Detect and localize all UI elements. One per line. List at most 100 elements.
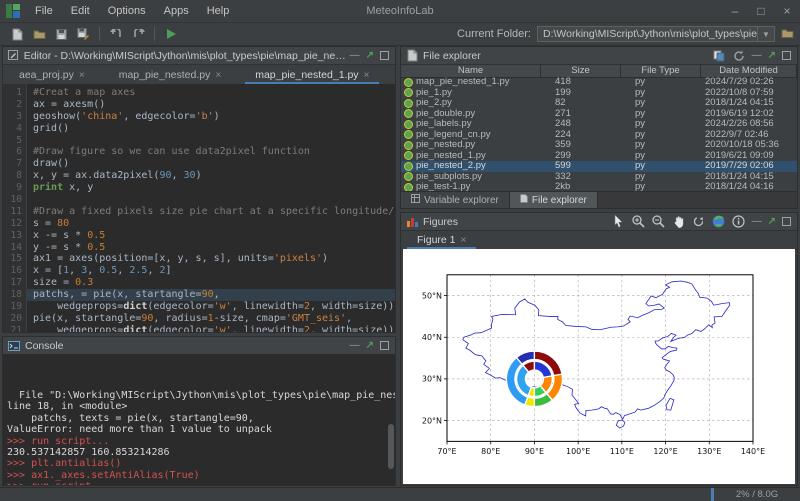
panel-float-icon[interactable]: ↗ <box>366 340 374 351</box>
page-icon <box>520 194 528 206</box>
new-file-button[interactable] <box>6 25 28 43</box>
menu-options[interactable]: Options <box>99 5 155 17</box>
file-table: map_pie_nested_1.py418py2024/7/29 02:26p… <box>401 77 797 192</box>
column-header-file-type[interactable]: File Type <box>621 65 701 77</box>
editor-body[interactable]: 123456789101112131415161718192021 #Creat… <box>3 84 395 332</box>
zoom-out-icon[interactable] <box>652 215 666 229</box>
panel-float-icon[interactable]: ↗ <box>366 50 374 61</box>
editor-tab-aea_proj.py[interactable]: aea_proj.py× <box>9 67 95 84</box>
line-number: 13 <box>3 230 22 242</box>
table-row-pie_nested_1.py[interactable]: pie_nested_1.py299py2019/6/21 09:09 <box>401 151 797 162</box>
minimize-button[interactable]: – <box>722 0 748 22</box>
memory-usage: 2% / 8.0G <box>714 489 800 500</box>
menu-file[interactable]: File <box>26 5 62 17</box>
menu-apps[interactable]: Apps <box>155 5 198 17</box>
browse-folder-button[interactable] <box>780 26 794 42</box>
tab-figure-1[interactable]: Figure 1 × <box>407 232 476 249</box>
tab-file-explorer[interactable]: File explorer <box>510 192 598 208</box>
console-output[interactable]: File "D:\Working\MIScript\Jython\mis\plo… <box>3 354 395 485</box>
menu-edit[interactable]: Edit <box>62 5 99 17</box>
panel-maximize-icon[interactable] <box>380 51 389 60</box>
panel-float-icon[interactable]: ↗ <box>768 50 776 61</box>
main-toolbar: Current Folder: D:\Working\MIScript\Jyth… <box>0 23 800 46</box>
editor-tab-map_pie_nested_1.py[interactable]: map_pie_nested_1.py × <box>245 67 379 84</box>
table-row-pie_subplots.py[interactable]: pie_subplots.py332py2018/1/24 04:15 <box>401 172 797 183</box>
panel-float-icon[interactable]: ↗ <box>768 216 776 227</box>
panel-maximize-icon[interactable] <box>782 217 791 226</box>
figure-canvas[interactable]: 70°E80°E90°E100°E110°E120°E130°E140°E20°… <box>403 249 795 484</box>
column-header-date-modified[interactable]: Date Modified <box>701 65 797 77</box>
panel-minimize-icon[interactable]: — <box>350 50 360 61</box>
select-cursor-icon[interactable] <box>612 215 626 229</box>
tab-variable-explorer[interactable]: Variable explorer <box>401 192 510 208</box>
current-folder-combobox[interactable]: D:\Working\MIScript\Jython\mis\plot_type… <box>537 26 775 42</box>
save-as-icon <box>76 27 90 41</box>
close-tab-icon[interactable]: × <box>364 70 370 81</box>
tab-label: map_pie_nested_1.py <box>255 69 358 81</box>
panel-minimize-icon[interactable]: — <box>350 340 360 351</box>
table-row-pie_legend_cn.py[interactable]: pie_legend_cn.py224py2022/9/7 02:46 <box>401 130 797 141</box>
column-header-name[interactable]: Name <box>401 65 541 77</box>
table-row-pie_double.py[interactable]: pie_double.py271py2019/6/19 12:02 <box>401 109 797 120</box>
line-number: 3 <box>3 111 22 123</box>
py-file-icon <box>404 130 413 139</box>
close-button[interactable]: × <box>774 0 800 22</box>
pan-hand-icon[interactable] <box>672 215 686 229</box>
line-number: 18 <box>3 289 22 301</box>
table-row-pie_nested.py[interactable]: pie_nested.py359py2020/10/18 05:36 <box>401 140 797 151</box>
zoom-in-icon[interactable] <box>632 215 646 229</box>
open-folder-icon <box>32 27 46 41</box>
maximize-button[interactable]: □ <box>748 0 774 22</box>
panel-minimize-icon[interactable]: — <box>752 50 762 61</box>
table-row-pie_nested_2.py[interactable]: pie_nested_2.py599py2019/7/29 02:06 <box>401 161 797 172</box>
close-tab-icon[interactable]: × <box>79 70 85 81</box>
copy-path-icon[interactable] <box>712 49 726 63</box>
open-folder-button[interactable] <box>28 25 50 43</box>
line-number: 19 <box>3 301 22 313</box>
svg-text:140°E: 140°E <box>741 447 765 456</box>
save-button[interactable] <box>50 25 72 43</box>
redo-icon <box>131 27 145 41</box>
rotate-icon[interactable] <box>692 215 706 229</box>
close-tab-icon[interactable]: × <box>461 235 467 246</box>
py-file-icon <box>404 88 413 97</box>
console-title: Console <box>25 340 64 352</box>
svg-text:40°N: 40°N <box>422 333 442 342</box>
table-row-pie_labels.py[interactable]: pie_labels.py248py2024/2/26 08:56 <box>401 119 797 130</box>
run-icon <box>164 27 178 41</box>
redo-button[interactable] <box>127 25 149 43</box>
chevron-down-icon[interactable]: ▼ <box>757 27 774 41</box>
console-line: >>> ax1._axes.setAntiAlias(True) <box>7 470 395 481</box>
menu-help[interactable]: Help <box>198 5 239 17</box>
figures-panel: Figures — ↗ Figure 1 × 70°E80°E90°E100°E… <box>400 212 798 486</box>
table-row-pie_2.py[interactable]: pie_2.py82py2018/1/24 04:15 <box>401 98 797 109</box>
close-tab-icon[interactable]: × <box>215 70 221 81</box>
editor-tab-map_pie_nested.py[interactable]: map_pie_nested.py× <box>109 67 232 84</box>
file-explorer-title: File explorer <box>423 50 481 62</box>
info-icon[interactable] <box>732 215 746 229</box>
column-header-size[interactable]: Size <box>541 65 621 77</box>
panel-maximize-icon[interactable] <box>380 341 389 350</box>
panel-minimize-icon[interactable]: — <box>752 216 762 227</box>
undo-button[interactable] <box>105 25 127 43</box>
code-line-2: ax = axesm() <box>33 99 395 111</box>
code-line-1: #Creat a map axes <box>33 87 395 99</box>
save-as-button[interactable] <box>72 25 94 43</box>
line-number: 5 <box>3 135 22 147</box>
editor-code[interactable]: #Creat a map axesax = axesm()geoshow('ch… <box>27 84 395 332</box>
refresh-icon[interactable] <box>732 49 746 63</box>
console-scrollbar[interactable] <box>388 424 394 469</box>
console-panel: Console — ↗ File "D:\Working\MIScript\Jy… <box>2 336 396 486</box>
current-folder-label: Current Folder: <box>457 28 537 40</box>
svg-text:110°E: 110°E <box>610 447 634 456</box>
table-row-pie_1.py[interactable]: pie_1.py199py2022/10/8 07:59 <box>401 88 797 99</box>
run-script-button[interactable] <box>160 25 182 43</box>
toolbar-separator <box>99 27 100 41</box>
globe-icon[interactable] <box>712 215 726 229</box>
table-row-map_pie_nested_1.py[interactable]: map_pie_nested_1.py418py2024/7/29 02:26 <box>401 77 797 88</box>
line-number: 21 <box>3 325 22 332</box>
panel-maximize-icon[interactable] <box>782 51 791 60</box>
line-number: 10 <box>3 194 22 206</box>
line-number: 2 <box>3 99 22 111</box>
py-file-icon <box>404 99 413 108</box>
